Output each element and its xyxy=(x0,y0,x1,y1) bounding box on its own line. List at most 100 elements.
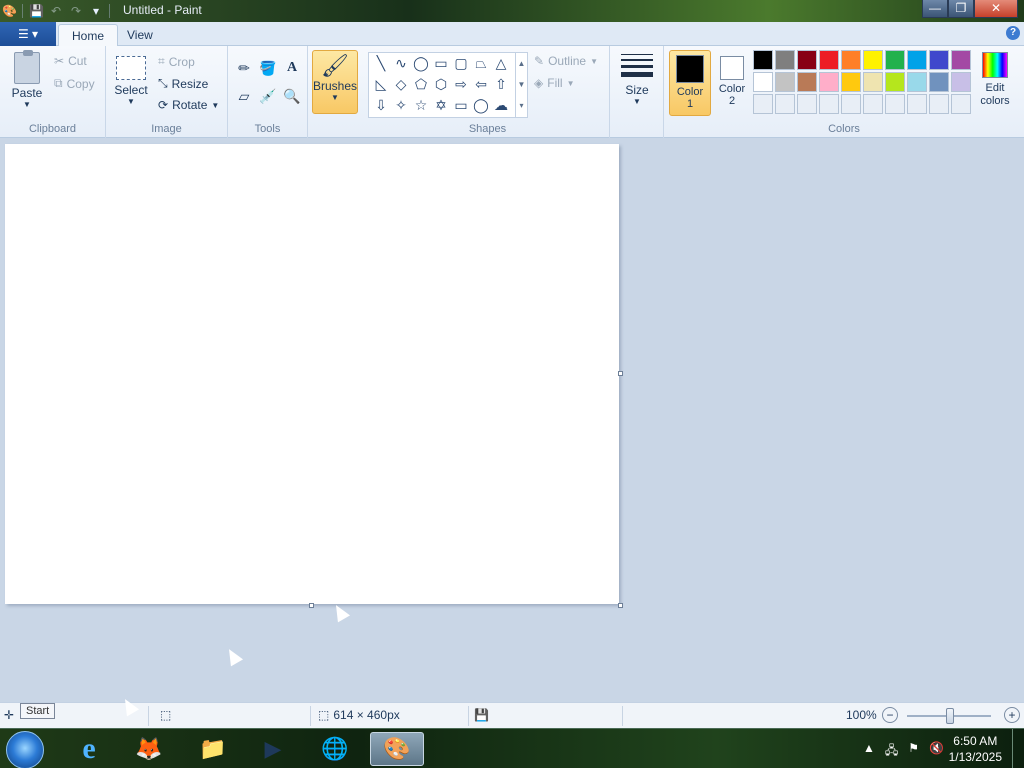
palette-swatch[interactable] xyxy=(797,72,817,92)
zoom-out-button[interactable]: − xyxy=(882,707,898,723)
paste-button[interactable]: Paste ▼ xyxy=(6,50,48,109)
network-icon[interactable]: 🖧 xyxy=(885,741,898,762)
palette-swatch[interactable] xyxy=(863,72,883,92)
left-arrow-shape-icon[interactable]: ⇦ xyxy=(471,74,491,94)
close-button[interactable]: ✕ xyxy=(974,0,1018,18)
custom-color-slot[interactable] xyxy=(951,94,971,114)
six-point-star-shape-icon[interactable]: ✡ xyxy=(431,95,451,115)
shapes-scroll[interactable]: ▲ ▼ ▾ xyxy=(515,53,527,117)
customize-qat-icon[interactable]: ▾ xyxy=(89,4,103,18)
palette-swatch[interactable] xyxy=(951,72,971,92)
size-button[interactable]: Size ▼ xyxy=(618,52,656,106)
volume-muted-icon[interactable]: 🔇 xyxy=(929,741,944,762)
fill-bucket-icon[interactable]: 🪣 xyxy=(258,58,278,78)
redo-icon[interactable]: ↷ xyxy=(69,4,83,18)
magnifier-icon[interactable]: 🔍 xyxy=(282,86,302,106)
custom-color-slot[interactable] xyxy=(863,94,883,114)
palette-swatch[interactable] xyxy=(841,72,861,92)
oval-shape-icon[interactable]: ◯ xyxy=(411,53,431,73)
color-picker-icon[interactable]: 💉 xyxy=(258,86,278,106)
palette-swatch[interactable] xyxy=(797,50,817,70)
palette-swatch[interactable] xyxy=(951,50,971,70)
color2-button[interactable]: Color 2 xyxy=(713,50,751,116)
rect-callout-shape-icon[interactable]: ▭ xyxy=(451,95,471,115)
diamond-shape-icon[interactable]: ◇ xyxy=(391,74,411,94)
clock[interactable]: 6:50 AM 1/13/2025 xyxy=(949,733,1002,765)
zoom-in-button[interactable]: + xyxy=(1004,707,1020,723)
palette-swatch[interactable] xyxy=(907,50,927,70)
select-button[interactable]: Select ▼ xyxy=(112,50,150,106)
show-desktop-button[interactable] xyxy=(1012,729,1024,768)
palette-swatch[interactable] xyxy=(753,72,773,92)
paint-menu-button[interactable]: ☰ ▾ xyxy=(0,22,56,46)
drawing-canvas[interactable] xyxy=(5,144,619,604)
palette-swatch[interactable] xyxy=(863,50,883,70)
tab-view[interactable]: View xyxy=(114,24,166,47)
custom-color-slot[interactable] xyxy=(753,94,773,114)
custom-color-slot[interactable] xyxy=(819,94,839,114)
rotate-button[interactable]: ⟳ Rotate ▼ xyxy=(158,98,219,112)
network-globe-icon[interactable]: 🌐 xyxy=(308,732,362,766)
cut-button[interactable]: ✂ Cut xyxy=(54,54,87,68)
palette-swatch[interactable] xyxy=(885,72,905,92)
right-arrow-shape-icon[interactable]: ⇨ xyxy=(451,74,471,94)
copy-button[interactable]: ⧉ Copy xyxy=(54,76,95,91)
custom-color-slot[interactable] xyxy=(929,94,949,114)
palette-swatch[interactable] xyxy=(753,50,773,70)
start-button[interactable] xyxy=(6,731,44,768)
show-hidden-icons-icon[interactable]: ▲ xyxy=(863,741,875,762)
five-point-star-shape-icon[interactable]: ☆ xyxy=(411,95,431,115)
rectangle-shape-icon[interactable]: ▭ xyxy=(431,53,451,73)
minimize-button[interactable]: — xyxy=(922,0,948,18)
palette-swatch[interactable] xyxy=(907,72,927,92)
eraser-icon[interactable]: ▱ xyxy=(234,86,254,106)
maximize-button[interactable]: ❐ xyxy=(948,0,974,18)
palette-swatch[interactable] xyxy=(775,72,795,92)
paint-app-icon[interactable]: 🎨 xyxy=(2,4,17,18)
file-explorer-icon[interactable]: 📁 xyxy=(186,732,240,766)
triangle-shape-icon[interactable]: △ xyxy=(491,53,511,73)
palette-swatch[interactable] xyxy=(819,50,839,70)
resize-handle-bottom[interactable] xyxy=(309,603,314,608)
custom-color-slot[interactable] xyxy=(841,94,861,114)
cloud-callout-shape-icon[interactable]: ☁ xyxy=(491,95,511,115)
right-triangle-shape-icon[interactable]: ◺ xyxy=(371,74,391,94)
edit-colors-button[interactable]: Edit colors xyxy=(976,52,1014,108)
save-icon[interactable]: 💾 xyxy=(29,4,44,18)
hexagon-shape-icon[interactable]: ⬡ xyxy=(431,74,451,94)
media-player-icon[interactable]: ▶ xyxy=(246,732,300,766)
brushes-button[interactable]: 🖌 Brushes ▼ xyxy=(312,50,358,114)
oval-callout-shape-icon[interactable]: ◯ xyxy=(471,95,491,115)
text-tool-icon[interactable]: A xyxy=(282,58,302,78)
outline-button[interactable]: ✎ Outline ▼ xyxy=(534,54,598,68)
four-point-star-shape-icon[interactable]: ✧ xyxy=(391,95,411,115)
custom-color-slot[interactable] xyxy=(775,94,795,114)
palette-swatch[interactable] xyxy=(885,50,905,70)
resize-handle-corner[interactable] xyxy=(618,603,623,608)
tab-home[interactable]: Home xyxy=(58,24,119,47)
zoom-slider-thumb[interactable] xyxy=(946,708,954,724)
action-center-flag-icon[interactable]: ⚑ xyxy=(908,741,919,762)
pencil-icon[interactable]: ✏ xyxy=(234,58,254,78)
down-arrow-shape-icon[interactable]: ⇩ xyxy=(371,95,391,115)
palette-swatch[interactable] xyxy=(841,50,861,70)
paint-taskbar-icon[interactable]: 🎨 xyxy=(370,732,424,766)
crop-button[interactable]: ⌗ Crop xyxy=(158,54,195,69)
palette-swatch[interactable] xyxy=(775,50,795,70)
curve-shape-icon[interactable]: ∿ xyxy=(391,53,411,73)
fill-button[interactable]: ◈ Fill ▼ xyxy=(534,76,574,90)
palette-swatch[interactable] xyxy=(929,72,949,92)
resize-button[interactable]: ⤡ Resize xyxy=(158,76,208,91)
palette-swatch[interactable] xyxy=(819,72,839,92)
firefox-icon[interactable]: 🦊 xyxy=(122,732,176,766)
up-arrow-shape-icon[interactable]: ⇧ xyxy=(491,74,511,94)
rounded-rectangle-shape-icon[interactable]: ▢ xyxy=(451,53,471,73)
resize-handle-right[interactable] xyxy=(618,371,623,376)
line-shape-icon[interactable]: ╲ xyxy=(371,53,391,73)
undo-icon[interactable]: ↶ xyxy=(49,4,63,18)
palette-swatch[interactable] xyxy=(929,50,949,70)
custom-color-slot[interactable] xyxy=(885,94,905,114)
internet-explorer-icon[interactable]: e xyxy=(62,732,116,766)
polygon-shape-icon[interactable]: ⏢ xyxy=(471,53,491,73)
color1-button[interactable]: Color 1 xyxy=(669,50,711,116)
